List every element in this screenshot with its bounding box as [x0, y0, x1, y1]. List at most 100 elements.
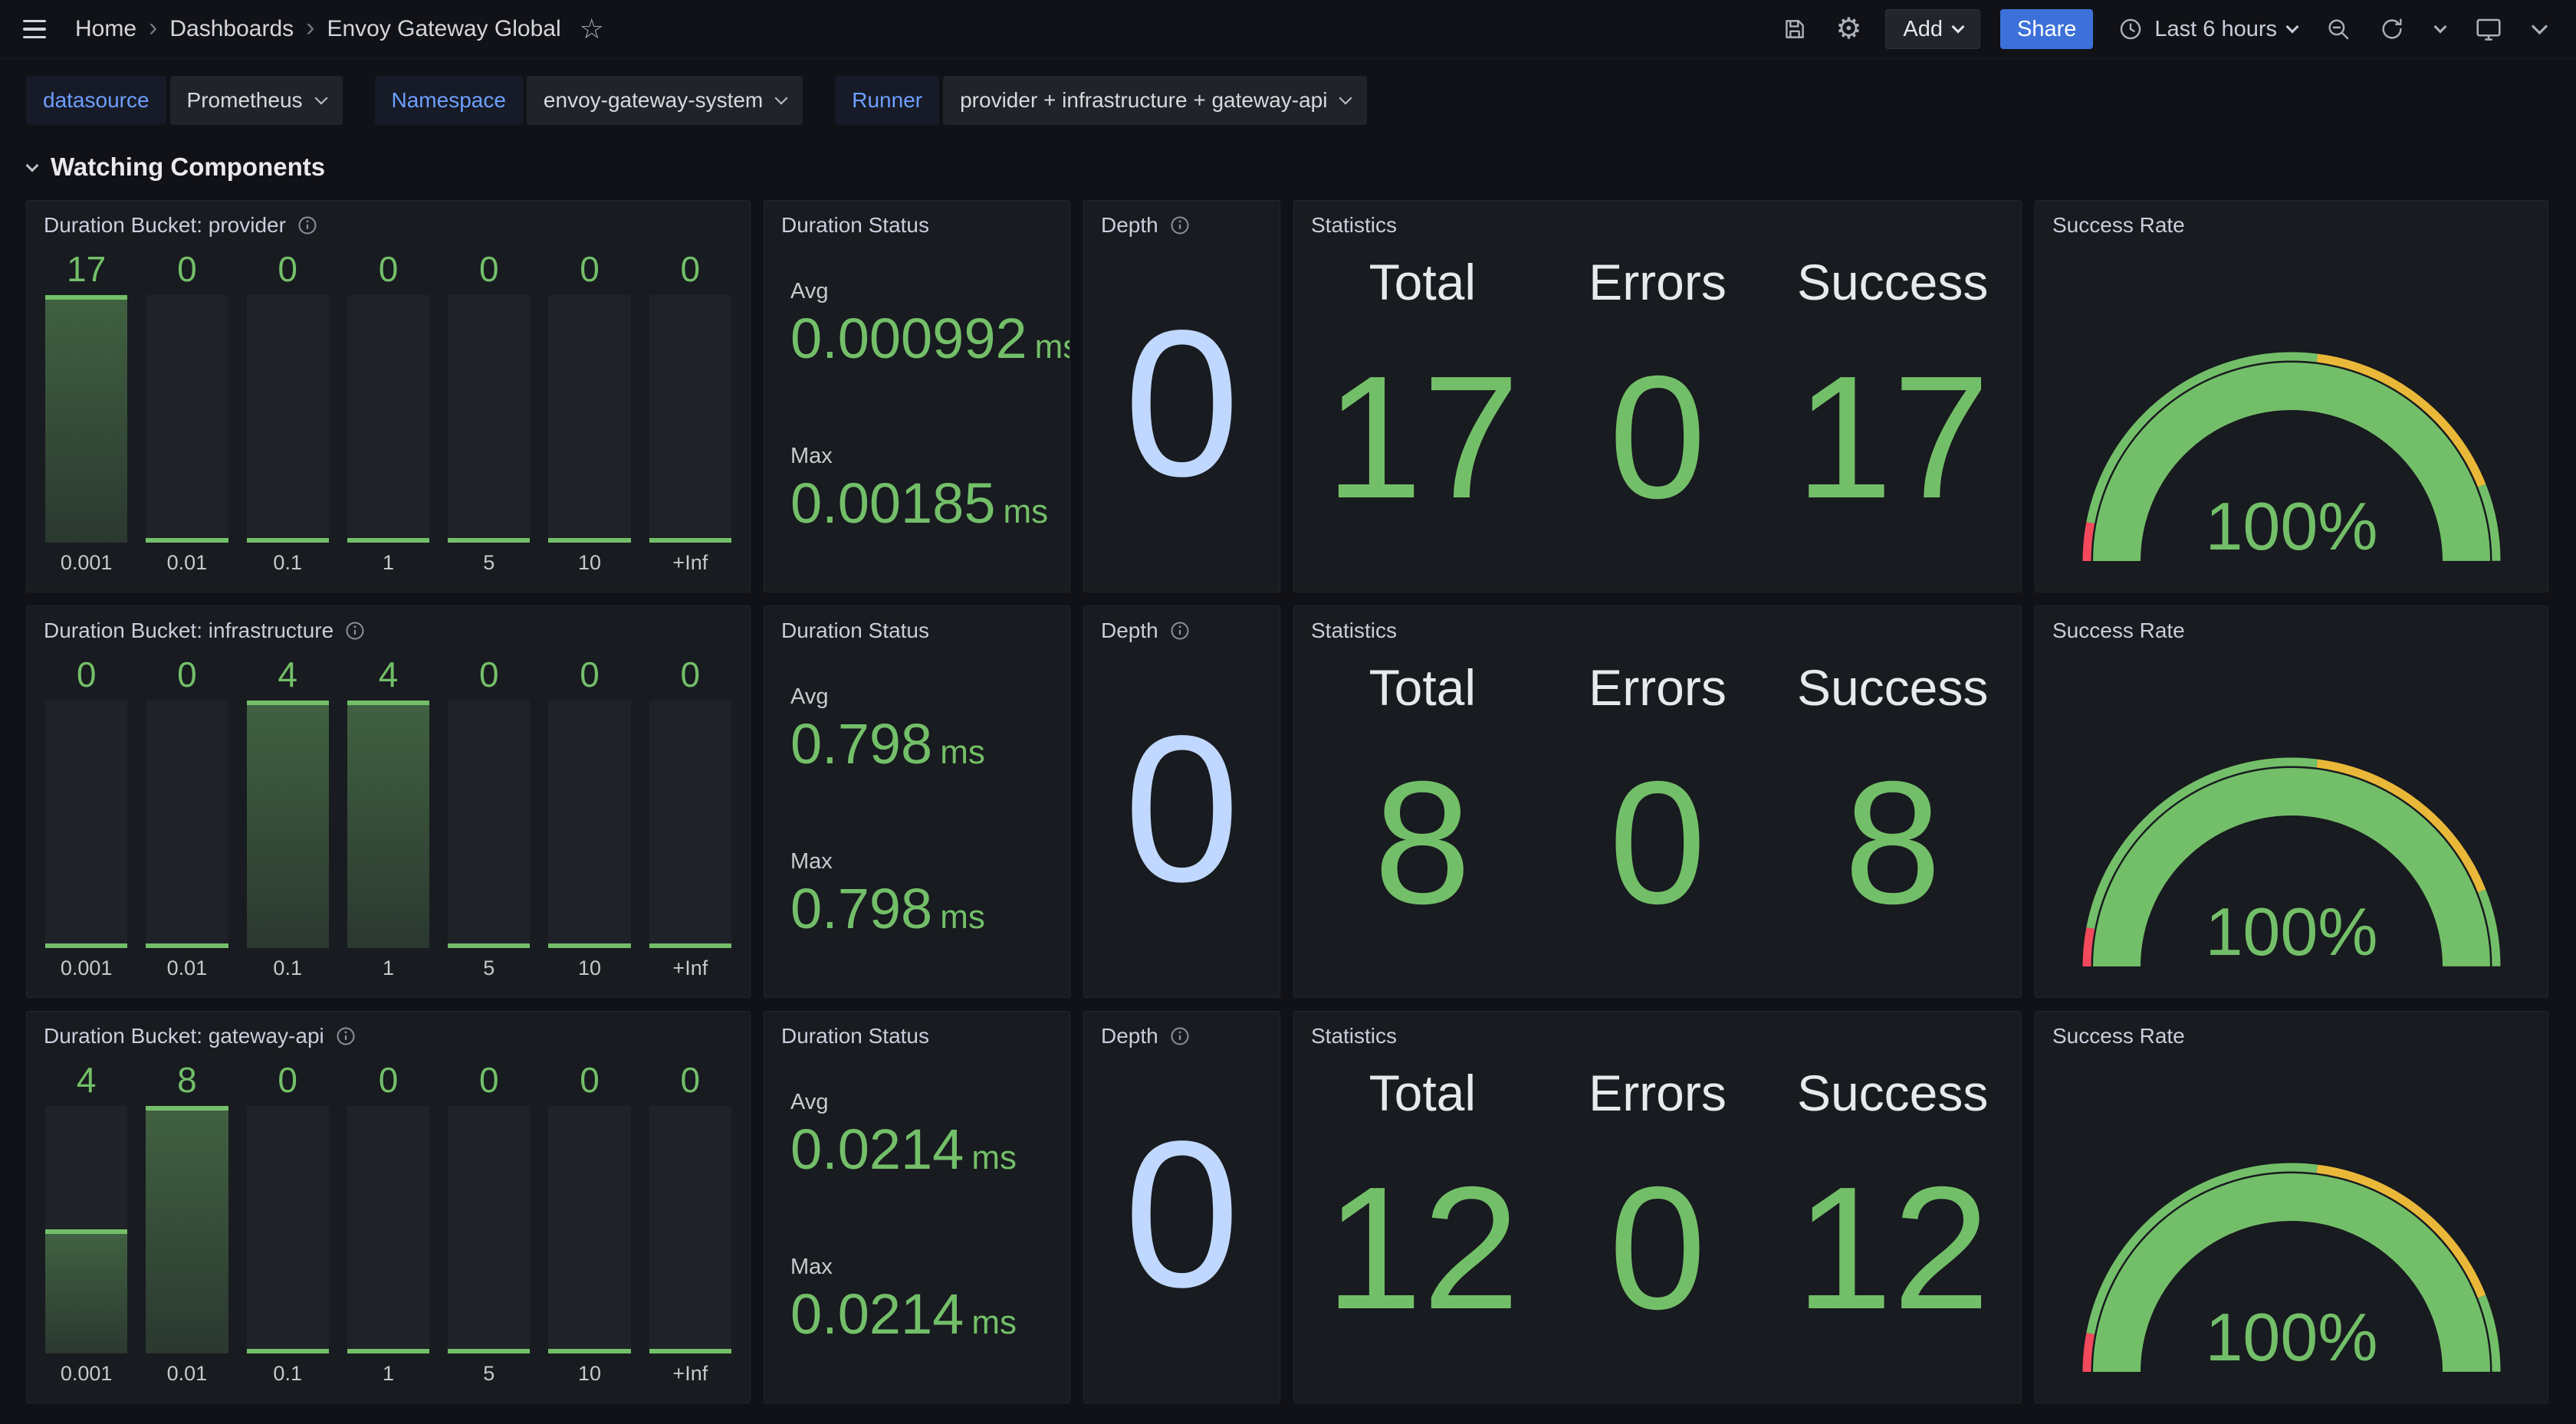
- bar-track: [247, 295, 329, 543]
- bar-tick-label: 5: [448, 543, 530, 582]
- refresh-icon[interactable]: [2375, 12, 2409, 46]
- max-label: Max: [790, 1255, 1043, 1280]
- unit-label: ms: [1035, 328, 1070, 366]
- avg-value: 0.798ms: [790, 713, 1043, 775]
- avg-value: 0.000992ms: [790, 307, 1043, 369]
- bar-track: [146, 1106, 228, 1353]
- panel-title[interactable]: Duration Bucket: gateway-api: [27, 1012, 750, 1053]
- bucket-bar: 8 0.01: [146, 1061, 228, 1393]
- panel-success-rate: Success Rate 100%: [2035, 200, 2548, 592]
- panel-title[interactable]: Depth: [1084, 201, 1280, 242]
- bar-value-label: 4: [247, 655, 329, 694]
- runner-select[interactable]: provider + infrastructure + gateway-api: [943, 76, 1367, 125]
- info-icon[interactable]: [297, 215, 318, 236]
- refresh-interval-dropdown[interactable]: [2429, 12, 2452, 46]
- stat-column: Success 17: [1775, 242, 2010, 584]
- panel-title[interactable]: Depth: [1084, 1012, 1280, 1053]
- settings-gear-icon[interactable]: ⚙: [1832, 12, 1865, 46]
- unit-label: ms: [971, 1139, 1017, 1176]
- breadcrumb-home[interactable]: Home: [75, 16, 136, 42]
- kiosk-mode-icon[interactable]: [2472, 12, 2505, 46]
- bar-value-label: 0: [548, 250, 630, 289]
- bar-tick-label: +Inf: [649, 1353, 731, 1393]
- panel-title[interactable]: Duration Status: [764, 1012, 1070, 1053]
- bar-tick-label: 10: [548, 543, 630, 582]
- panel-title[interactable]: Duration Bucket: infrastructure: [27, 606, 750, 648]
- panel-title[interactable]: Statistics: [1294, 606, 2021, 648]
- stat-column: Success 8: [1775, 648, 2010, 989]
- zoom-out-time-icon[interactable]: [2321, 12, 2355, 46]
- hamburger-menu-icon[interactable]: [23, 11, 58, 47]
- panel-title[interactable]: Depth: [1084, 606, 1280, 648]
- panel-title[interactable]: Success Rate: [2036, 1012, 2548, 1053]
- stat-column: Errors 0: [1540, 1053, 1776, 1395]
- info-icon[interactable]: [344, 620, 366, 641]
- success-rate-gauge: 100%: [2036, 1053, 2548, 1403]
- dashboard-variables-row: datasource Prometheus Namespace envoy-ga…: [0, 59, 2576, 125]
- bar-tick-label: 0.01: [146, 543, 228, 582]
- bar-track: [548, 701, 630, 948]
- bar-tick-label: 5: [448, 1353, 530, 1393]
- bucket-bar: 0 0.01: [146, 655, 228, 988]
- stat-column: Success 12: [1775, 1053, 2010, 1395]
- variable-runner: Runner provider + infrastructure + gatew…: [835, 76, 1367, 125]
- info-icon[interactable]: [1169, 215, 1191, 236]
- info-icon[interactable]: [335, 1025, 356, 1047]
- panel-title[interactable]: Statistics: [1294, 201, 2021, 242]
- bar-value-label: 0: [247, 250, 329, 289]
- info-icon[interactable]: [1169, 1025, 1191, 1047]
- bar-track: [548, 1106, 630, 1353]
- avg-value: 0.0214ms: [790, 1118, 1043, 1180]
- namespace-select[interactable]: envoy-gateway-system: [527, 76, 803, 125]
- panel-title[interactable]: Duration Status: [764, 201, 1070, 242]
- bar-fill: [247, 701, 329, 948]
- success-rate-gauge: 100%: [2036, 648, 2548, 997]
- gauge-value-text: 100%: [2036, 487, 2548, 566]
- bar-value-label: 0: [347, 1061, 429, 1100]
- bar-tick-label: 5: [448, 948, 530, 988]
- panel-duration-bucket: Duration Bucket: infrastructure 0 0.001 …: [26, 605, 751, 998]
- bar-tick-label: 1: [347, 948, 429, 988]
- depth-value: 0: [1084, 242, 1280, 592]
- datasource-select[interactable]: Prometheus: [170, 76, 343, 125]
- panel-title[interactable]: Duration Bucket: provider: [27, 201, 750, 242]
- section-title: Watching Components: [51, 153, 325, 182]
- row-watching-components[interactable]: Watching Components: [0, 125, 2576, 189]
- bucket-bar: 0 5: [448, 655, 530, 988]
- bucket-bar: 0 +Inf: [649, 250, 731, 582]
- bar-fill: [347, 701, 429, 948]
- panel-statistics: Statistics Total 8 Errors 0 Success 8: [1293, 605, 2022, 998]
- chevron-down-icon: [314, 91, 327, 104]
- breadcrumb-current[interactable]: Envoy Gateway Global: [327, 16, 560, 42]
- collapse-topbar-icon[interactable]: [2525, 12, 2553, 46]
- bar-tick-label: 10: [548, 948, 630, 988]
- chevron-down-icon: [2286, 20, 2299, 33]
- avg-stat: Avg 0.000992ms: [790, 279, 1043, 369]
- save-dashboard-icon[interactable]: [1778, 12, 1812, 46]
- add-button[interactable]: Add: [1885, 9, 1980, 49]
- panel-title[interactable]: Duration Status: [764, 606, 1070, 648]
- stat-header: Errors: [1589, 253, 1727, 311]
- bar-track: [448, 1106, 530, 1353]
- panel-title[interactable]: Success Rate: [2036, 606, 2548, 648]
- panel-title[interactable]: Success Rate: [2036, 201, 2548, 242]
- panel-title[interactable]: Statistics: [1294, 1012, 2021, 1053]
- info-icon[interactable]: [1169, 620, 1191, 641]
- favorite-star-icon[interactable]: ☆: [580, 13, 604, 45]
- share-button[interactable]: Share: [2000, 9, 2093, 49]
- bar-value-label: 0: [649, 1061, 731, 1100]
- bar-fill: [45, 295, 127, 543]
- stat-value: 8: [1844, 717, 1941, 989]
- bar-value-label: 0: [548, 655, 630, 694]
- time-range-picker[interactable]: Last 6 hours: [2113, 16, 2302, 42]
- stat-value: 12: [1796, 1122, 1990, 1395]
- topbar-actions: ⚙ Add Share Last 6 hours: [1778, 9, 2553, 49]
- unit-label: ms: [971, 1304, 1017, 1341]
- bar-tick-label: 10: [548, 1353, 630, 1393]
- stat-header: Errors: [1589, 1064, 1727, 1122]
- panel-depth: Depth 0: [1083, 200, 1280, 592]
- breadcrumb-dashboards[interactable]: Dashboards: [169, 16, 294, 42]
- duration-status-body: Avg 0.000992ms Max 0.00185ms: [764, 242, 1070, 592]
- gauge-value-text: 100%: [2036, 1298, 2548, 1376]
- stat-value: 12: [1326, 1122, 1520, 1395]
